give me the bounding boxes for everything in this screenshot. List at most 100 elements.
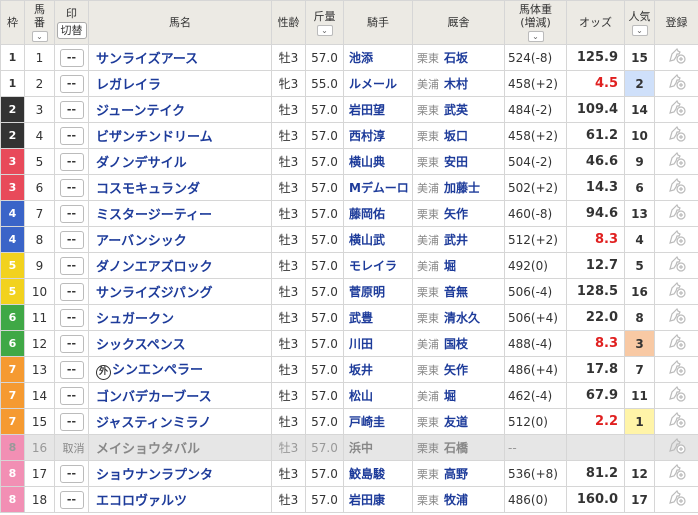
horse-name-link[interactable]: ゴンバデカーブース <box>88 382 272 409</box>
jockey-link[interactable]: 横山武 <box>343 226 413 253</box>
trainer-link[interactable]: 石橋 <box>444 441 468 455</box>
horse-register-icon[interactable] <box>668 281 686 298</box>
mark-button[interactable]: -- <box>59 178 84 197</box>
trainer-link[interactable]: 坂口 <box>444 129 468 143</box>
jockey-link[interactable]: 横山典 <box>343 148 413 175</box>
jockey-link[interactable]: 川田 <box>343 330 413 357</box>
trainer-link[interactable]: 音無 <box>444 285 468 299</box>
trainer-link[interactable]: 武英 <box>444 103 468 117</box>
horse-register-icon[interactable] <box>668 463 686 480</box>
mark-button[interactable]: -- <box>59 74 84 93</box>
horse-name-link[interactable]: ショウナンラプンタ <box>88 460 272 487</box>
horse-register-icon[interactable] <box>668 385 686 402</box>
mark-button[interactable]: -- <box>59 308 84 327</box>
mark-switch-button[interactable]: 切替 <box>56 21 87 39</box>
jockey-link[interactable]: ルメール <box>343 70 413 97</box>
mark-button[interactable]: -- <box>59 152 84 171</box>
trainer-link[interactable]: 木村 <box>444 77 468 91</box>
jockey-link[interactable]: 池添 <box>343 44 413 71</box>
chevron-down-icon[interactable]: ⌄ <box>631 24 648 36</box>
mark-button[interactable]: -- <box>59 204 84 223</box>
horse-name-link[interactable]: エコロヴァルツ <box>88 486 272 513</box>
trainer-link[interactable]: 高野 <box>444 467 468 481</box>
trainer-link[interactable]: 清水久 <box>444 311 480 325</box>
horse-name-link[interactable]: レガレイラ <box>88 70 272 97</box>
horse-register-icon[interactable] <box>668 73 686 90</box>
horse-register-icon[interactable] <box>668 203 686 220</box>
jockey-link[interactable]: モレイラ <box>343 252 413 279</box>
jockey-link[interactable]: 藤岡佑 <box>343 200 413 227</box>
horse-register-icon[interactable] <box>668 47 686 64</box>
horse-register-icon[interactable] <box>668 359 686 376</box>
horse-register-icon[interactable] <box>668 489 686 506</box>
chevron-down-icon[interactable]: ⌄ <box>527 31 544 42</box>
horse-name-link[interactable]: サンライズジパング <box>88 278 272 305</box>
horse-register-icon[interactable] <box>668 125 686 142</box>
trainer-link[interactable]: 国枝 <box>444 337 468 351</box>
horse-name-link[interactable]: メイショウタバル <box>88 434 272 461</box>
horse-name-link[interactable]: ダノンエアズロック <box>88 252 272 279</box>
jockey-link[interactable]: Mデムーロ <box>343 174 413 201</box>
horse-name-link[interactable]: サンライズアース <box>88 44 272 71</box>
trainer-link[interactable]: 堀 <box>444 259 456 273</box>
mark-button[interactable]: -- <box>59 100 84 119</box>
horse-register-icon[interactable] <box>668 99 686 116</box>
mark-button[interactable]: -- <box>59 126 84 145</box>
mark-button[interactable]: -- <box>59 490 84 509</box>
horse-name-link[interactable]: ミスタージーティー <box>88 200 272 227</box>
trainer-link[interactable]: 安田 <box>444 155 468 169</box>
mark-button[interactable]: -- <box>59 360 84 379</box>
jockey-link[interactable]: 坂井 <box>343 356 413 383</box>
header-waku[interactable]: 枠 <box>0 0 25 45</box>
jockey-link[interactable]: 岩田望 <box>343 96 413 123</box>
jockey-link[interactable]: 浜中 <box>343 434 413 461</box>
horse-register-icon[interactable] <box>668 411 686 428</box>
horse-name-link[interactable]: シュガークン <box>88 304 272 331</box>
chevron-down-icon[interactable]: ⌄ <box>31 31 48 42</box>
horse-name-link[interactable]: コスモキュランダ <box>88 174 272 201</box>
mark-button[interactable]: -- <box>59 464 84 483</box>
table-row: 6 11 -- シュガークン 牡3 57.0 武豊 栗東 清水久 506(+4) 22.0 8 <box>0 304 698 331</box>
horse-name-link[interactable]: アーバンシック <box>88 226 272 253</box>
chevron-down-icon[interactable]: ⌄ <box>316 24 333 36</box>
horse-register-icon[interactable] <box>668 307 686 324</box>
horse-register-icon[interactable] <box>668 333 686 350</box>
mark-button[interactable]: -- <box>59 282 84 301</box>
mark-button[interactable]: -- <box>59 412 84 431</box>
jockey-link[interactable]: 菅原明 <box>343 278 413 305</box>
mark-button[interactable]: -- <box>59 334 84 353</box>
trainer-link[interactable]: 矢作 <box>444 207 468 221</box>
horse-register-icon[interactable] <box>668 229 686 246</box>
jockey-link[interactable]: 西村淳 <box>343 122 413 149</box>
trainer-link[interactable]: 牧浦 <box>444 493 468 507</box>
horse-name-link[interactable]: シックスペンス <box>88 330 272 357</box>
mark-button[interactable]: -- <box>59 256 84 275</box>
trainer-link[interactable]: 石坂 <box>444 51 468 65</box>
horse-name-link[interactable]: 外シンエンペラー <box>88 356 272 383</box>
mark-button[interactable]: -- <box>59 230 84 249</box>
header-umaban[interactable]: 馬番 ⌄ <box>24 0 55 45</box>
trainer-link[interactable]: 友道 <box>444 415 468 429</box>
horse-register-icon[interactable] <box>668 151 686 168</box>
jockey-link[interactable]: 岩田康 <box>343 486 413 513</box>
horse-name-link[interactable]: ビザンチンドリーム <box>88 122 272 149</box>
trainer-link[interactable]: 武井 <box>444 233 468 247</box>
horse-name-link[interactable]: ダノンデサイル <box>88 148 272 175</box>
mark-button[interactable]: -- <box>59 48 84 67</box>
header-weight[interactable]: 斤量 ⌄ <box>305 0 344 45</box>
trainer-link[interactable]: 矢作 <box>444 363 468 377</box>
horse-register-icon[interactable] <box>668 437 686 454</box>
header-popularity[interactable]: 人気 ⌄ <box>624 0 655 45</box>
trainer-link[interactable]: 加藤士 <box>444 181 480 195</box>
mark-button[interactable]: -- <box>59 386 84 405</box>
trainer-link[interactable]: 堀 <box>444 389 456 403</box>
jockey-link[interactable]: 松山 <box>343 382 413 409</box>
horse-name-link[interactable]: ジューンテイク <box>88 96 272 123</box>
horse-register-icon[interactable] <box>668 255 686 272</box>
jockey-link[interactable]: 戸崎圭 <box>343 408 413 435</box>
header-body-weight[interactable]: 馬体重 (増減) ⌄ <box>504 0 567 45</box>
jockey-link[interactable]: 鮫島駿 <box>343 460 413 487</box>
horse-name-link[interactable]: ジャスティンミラノ <box>88 408 272 435</box>
jockey-link[interactable]: 武豊 <box>343 304 413 331</box>
horse-register-icon[interactable] <box>668 177 686 194</box>
